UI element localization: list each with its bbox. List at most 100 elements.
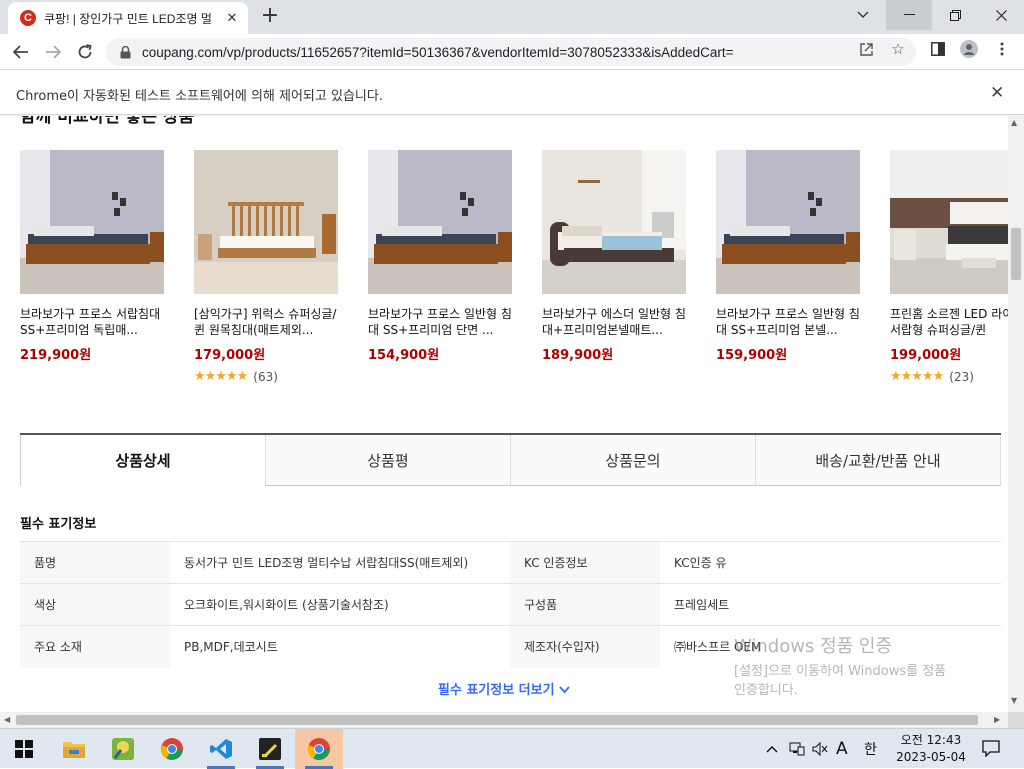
tab-search-chevron-icon[interactable]	[840, 0, 886, 30]
horizontal-scrollbar[interactable]: ◀ ▶	[0, 712, 1008, 728]
tab-product-detail[interactable]: 상품상세	[20, 435, 265, 486]
tray-chevron-up-icon[interactable]	[766, 729, 778, 769]
scroll-right-icon[interactable]: ▶	[994, 715, 1000, 724]
product-image[interactable]	[20, 150, 164, 294]
horizontal-scroll-thumb[interactable]	[16, 715, 978, 725]
network-icon[interactable]	[789, 729, 805, 769]
lock-icon[interactable]	[118, 45, 132, 59]
back-arrow-icon[interactable]	[8, 39, 34, 65]
sticky-app-icon[interactable]	[246, 729, 294, 769]
spec-label: KC 인증정보	[510, 541, 660, 584]
notification-center-icon[interactable]	[982, 740, 1000, 761]
vscode-icon[interactable]	[197, 729, 245, 769]
watermark-line: [설정]으로 이동하여 Windows를 정품	[734, 664, 947, 679]
clock-date: 2023-05-04	[896, 750, 966, 764]
product-name[interactable]: 브라보가구 에스더 일반형 침대+프리미엄본넬매트...	[542, 306, 686, 338]
product-image[interactable]	[194, 150, 338, 294]
product-image[interactable]	[716, 150, 860, 294]
product-card[interactable]: 브라보가구 프로스 서랍침대 SS+프리미엄 독립매... 219,900원	[20, 150, 164, 363]
url-text: coupang.com/vp/products/11652657?itemId=…	[142, 44, 734, 60]
product-name[interactable]: 브라보가구 프로스 일반형 침대 SS+프리미엄 단면 ...	[368, 306, 512, 338]
product-name[interactable]: [삼익가구] 위럭스 슈퍼싱글/퀸 원목침대(매트제외...	[194, 306, 338, 338]
spec-label: 주요 소재	[20, 625, 170, 668]
product-card[interactable]: [삼익가구] 위럭스 슈퍼싱글/퀸 원목침대(매트제외... 179,000원 ★★…	[194, 150, 338, 384]
minimize-button[interactable]	[886, 0, 932, 30]
spec-value: 프레임세트	[660, 583, 1001, 626]
scrollbar-corner	[1008, 712, 1024, 728]
table-row: 색상 오크화이트,워시화이트 (상품기술서참조) 구성품 프레임세트	[20, 583, 1001, 626]
spec-label: 제조자(수입자)	[510, 625, 660, 668]
spec-value: 동서가구 민트 LED조명 멀티수납 서랍침대SS(매트제외)	[170, 541, 510, 584]
table-row: 품명 동서가구 민트 LED조명 멀티수납 서랍침대SS(매트제외) KC 인증…	[20, 541, 1001, 584]
new-tab-button[interactable]: +	[258, 4, 282, 28]
chrome-icon[interactable]	[148, 729, 196, 769]
review-count: (63)	[253, 369, 278, 384]
scroll-down-icon[interactable]: ▼	[1011, 696, 1017, 705]
windows-activation-watermark: Windows 정품 인증 [설정]으로 이동하여 Windows를 정품 인증…	[734, 632, 946, 700]
required-info-title: 필수 표기정보	[20, 517, 97, 532]
side-panel-icon[interactable]	[929, 40, 947, 58]
product-card[interactable]: 브라보가구 에스더 일반형 침대+프리미엄본넬매트... 189,900원	[542, 150, 686, 363]
scroll-left-icon[interactable]: ◀	[4, 715, 10, 724]
forward-arrow-icon[interactable]	[40, 39, 66, 65]
browser-tab[interactable]: C 쿠팡! | 장인가구 민트 LED조명 멀 ✕	[8, 2, 248, 34]
chrome-active-icon[interactable]	[295, 729, 343, 769]
show-more-label: 필수 표기정보 더보기	[437, 683, 555, 698]
product-price: 199,000원	[890, 348, 962, 363]
product-name[interactable]: 브라보가구 프로스 서랍침대 SS+프리미엄 독립매...	[20, 306, 164, 338]
product-detail-tabs: 상품상세 상품평 상품문의 배송/교환/반품 안내	[20, 433, 1001, 486]
product-price: 179,000원	[194, 348, 266, 363]
start-windows-icon[interactable]	[0, 729, 48, 769]
share-icon[interactable]	[857, 40, 875, 58]
reload-icon[interactable]	[72, 39, 98, 65]
tab-close-icon[interactable]: ✕	[224, 11, 240, 26]
product-rating: ★★★★★ (63)	[194, 369, 338, 384]
tab-inquiries[interactable]: 상품문의	[510, 435, 755, 486]
vertical-scroll-thumb[interactable]	[1011, 228, 1021, 280]
product-image[interactable]	[368, 150, 512, 294]
paint-app-icon[interactable]	[99, 729, 147, 769]
browser-toolbar: coupang.com/vp/products/11652657?itemId=…	[0, 34, 1024, 70]
input-language-indicator[interactable]: A	[836, 729, 848, 769]
volume-muted-icon[interactable]	[812, 729, 828, 769]
product-name[interactable]: 브라보가구 프로스 일반형 침대 SS+프리미엄 본넬...	[716, 306, 860, 338]
close-window-button[interactable]	[978, 0, 1024, 30]
menu-kebab-icon[interactable]	[993, 40, 1011, 58]
product-rating: ★★★★★ (23)	[890, 369, 1008, 384]
restore-button[interactable]	[932, 0, 978, 30]
system-clock[interactable]: 오전 12:43 2023-05-04	[890, 732, 972, 766]
coupang-favicon-icon: C	[20, 10, 36, 26]
product-price: 189,900원	[542, 348, 614, 363]
vertical-scrollbar[interactable]: ▲ ▼	[1008, 116, 1024, 712]
watermark-line: 인증합니다.	[734, 683, 798, 698]
product-image[interactable]	[542, 150, 686, 294]
file-explorer-icon[interactable]	[50, 729, 98, 769]
automation-infobar: Chrome이 자동화된 테스트 소프트웨어에 의해 제어되고 있습니다. ✕	[0, 71, 1024, 115]
tab-reviews[interactable]: 상품평	[265, 435, 510, 486]
clock-time: 오전 12:43	[900, 733, 962, 747]
spec-label: 품명	[20, 541, 170, 584]
scroll-up-icon[interactable]: ▲	[1011, 118, 1017, 127]
spec-label: 구성품	[510, 583, 660, 626]
infobar-message: Chrome이 자동화된 테스트 소프트웨어에 의해 제어되고 있습니다.	[16, 89, 383, 104]
spec-label: 색상	[20, 583, 170, 626]
profile-avatar-icon[interactable]	[960, 40, 978, 58]
watermark-title: Windows 정품 인증	[734, 636, 893, 657]
tab-shipping-returns[interactable]: 배송/교환/반품 안내	[755, 435, 1001, 486]
rating-stars-icon: ★★★★★	[194, 369, 248, 384]
product-card[interactable]: 브라보가구 프로스 일반형 침대 SS+프리미엄 본넬... 159,900원	[716, 150, 860, 363]
bookmark-star-icon[interactable]: ☆	[889, 40, 907, 58]
product-name[interactable]: 프린홈 소르젠 LED 라이트 서랍형 슈퍼싱글/퀸	[890, 306, 1008, 338]
infobar-close-icon[interactable]: ✕	[990, 83, 1004, 103]
product-card[interactable]: 브라보가구 프로스 일반형 침대 SS+프리미엄 단면 ... 154,900원	[368, 150, 512, 363]
product-image[interactable]	[890, 150, 1008, 294]
ime-mode-indicator[interactable]: 한	[864, 729, 877, 769]
chevron-down-icon	[559, 683, 570, 698]
product-price: 154,900원	[368, 348, 440, 363]
windows-taskbar: A 한 오전 12:43 2023-05-04	[0, 728, 1024, 769]
spec-value: PB,MDF,데코시트	[170, 625, 510, 668]
related-products-heading: 함께 비교하면 좋은 상품	[20, 116, 195, 127]
address-bar[interactable]: coupang.com/vp/products/11652657?itemId=…	[106, 38, 916, 66]
product-card[interactable]: 프린홈 소르젠 LED 라이트 서랍형 슈퍼싱글/퀸 199,000원 ★★★★★ (…	[890, 150, 1008, 384]
spec-value: 오크화이트,워시화이트 (상품기술서참조)	[170, 583, 510, 626]
